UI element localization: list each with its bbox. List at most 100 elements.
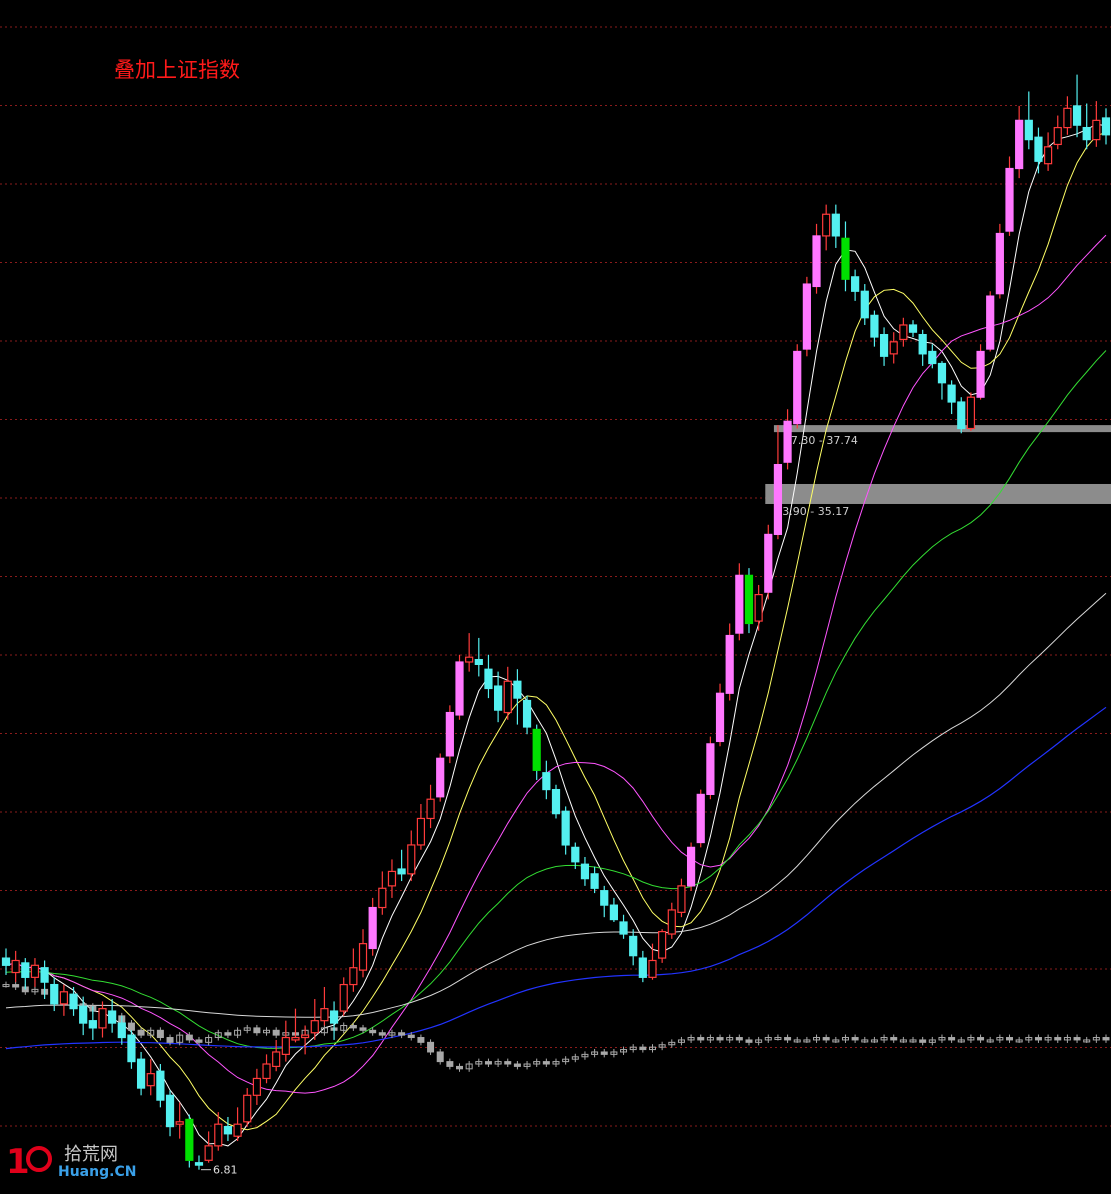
ma10-line [5,131,1107,1131]
candles [1,74,1111,1170]
candle-up [773,464,783,536]
candle-up [976,350,985,398]
candle-up [98,1008,107,1029]
candle-up [59,991,68,1005]
candle-up [310,1020,319,1034]
candle-up [677,885,686,913]
candle-up [320,1008,329,1022]
candle-down [50,983,59,1005]
candle-up [822,213,831,237]
candle-up [715,692,725,743]
index-candle [272,1029,280,1036]
candle-down [1072,105,1082,126]
candle-up [658,931,667,959]
candle-down [21,962,30,978]
candle-up [1092,119,1101,141]
candle-up [407,844,416,875]
candle-up [889,341,898,355]
candle-down [494,685,503,711]
candle-down [79,1005,88,1024]
candle-down [870,314,879,338]
site-logo: 1 拾荒网 Huang.CN [6,1138,146,1190]
price-zone-band [773,425,1111,433]
index-candle [890,1037,898,1041]
index-candle [427,1041,435,1053]
index-candle [504,1061,512,1065]
candle-down [841,237,850,280]
price-zone-label: 37.30 - 37.74 [784,434,858,447]
index-candle [716,1037,724,1041]
candle-up [966,396,976,430]
index-candle [851,1037,859,1041]
index-candle [977,1037,985,1041]
candle-up [349,967,358,986]
chart-labels: 6.81 [200,1164,237,1177]
candle-down [851,276,860,292]
candle-down [609,904,618,921]
candle-up [387,870,397,887]
index-candle [697,1037,705,1041]
index-candle [407,1034,415,1039]
candle-down [329,1010,339,1024]
index-candle [456,1065,464,1070]
candle-up [812,235,821,288]
candle-down [619,921,628,935]
candle-down [127,1034,136,1063]
candle-down [561,810,570,846]
candle-down [522,699,532,728]
candle-up [995,232,1004,295]
candle-up [301,1034,310,1039]
candle-up [1005,167,1014,232]
index-candle [784,1037,792,1041]
candle-down [928,350,937,365]
price-gridlines [0,26,1111,1127]
candle-up [465,656,474,663]
index-candle [359,1027,367,1031]
candle-up [986,295,995,350]
ma60-line [5,350,1107,1049]
candle-down [590,873,599,889]
index-candle [127,1022,135,1031]
index-candle [735,1037,743,1041]
candle-up [503,680,512,714]
candle-down [1034,136,1043,162]
index-candle [166,1037,174,1043]
candle-up [436,757,445,798]
candle-down [629,935,638,957]
candle-up [764,533,773,593]
candle-up [214,1123,223,1147]
candle-down [69,993,78,1010]
candle-up [243,1094,252,1123]
candle-up [204,1145,213,1161]
candle-up [339,983,348,1012]
index-candle [185,1034,193,1041]
candle-up [30,964,40,978]
ma5-line [5,123,1107,1147]
candle-up [1063,107,1072,129]
candle-up [175,1121,184,1125]
candle-up [899,324,908,341]
index-candle [600,1051,608,1055]
price-zone-label: 33.90 - 35.17 [775,505,849,518]
candle-down [185,1118,194,1161]
candle-down [1,957,11,966]
candle-up [233,1123,242,1137]
candle-up [11,959,20,974]
candle-up [754,593,763,622]
index-candle [484,1061,492,1065]
candlestick-chart: 37.30 - 37.74 33.90 - 35.17 6.81 [0,26,1111,1177]
candle-up [802,283,811,350]
candle-up [783,420,792,463]
candle-up [686,846,696,887]
index-candle [156,1029,164,1039]
candle-down [1101,117,1111,136]
candle-down [194,1162,204,1166]
candle-down [744,574,754,625]
index-candle [12,984,20,988]
candle-up [725,634,734,694]
index-candle [195,1039,203,1043]
candle-up [706,743,715,795]
candle-down [947,384,956,403]
index-candle [417,1037,425,1043]
logo-mark: 1 [6,1142,30,1182]
